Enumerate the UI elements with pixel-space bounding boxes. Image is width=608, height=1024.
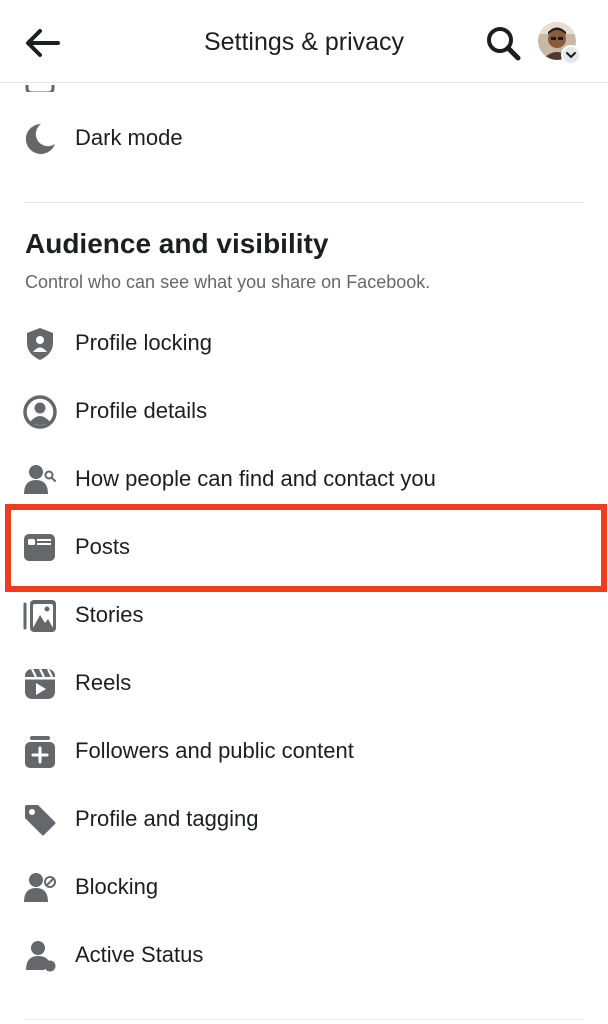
settings-item-followers[interactable]: Followers and public content (0, 718, 608, 782)
partial-row-icon (24, 82, 56, 92)
section-subtitle: Control who can see what you share on Fa… (25, 272, 431, 292)
settings-item-label: How people can find and contact you (75, 466, 436, 491)
settings-item-label: Followers and public content (75, 738, 354, 763)
settings-item-label: Posts (75, 534, 131, 559)
stories-icon (22, 598, 58, 634)
settings-item-label: Profile locking (75, 330, 212, 355)
tag-icon (22, 802, 58, 838)
shield-person-icon (22, 326, 58, 362)
settings-item-label: Blocking (75, 874, 159, 899)
person-active-icon (22, 938, 58, 974)
post-card-icon (22, 530, 58, 566)
chevron-down-icon (566, 52, 576, 58)
search-button[interactable] (484, 24, 524, 64)
settings-item-label: Profile details (75, 398, 208, 423)
dark-mode-row[interactable]: Dark mode (0, 105, 608, 169)
settings-item-profile-locking[interactable]: Profile locking (0, 310, 608, 374)
section-divider (24, 202, 584, 203)
section-divider (24, 1019, 584, 1020)
settings-item-tagging[interactable]: Profile and tagging (0, 786, 608, 850)
top-bar: Settings & privacy (0, 0, 608, 83)
settings-item-label: Profile and tagging (75, 806, 259, 831)
person-blocked-icon (22, 870, 58, 906)
section-title: Audience and visibility (25, 228, 329, 259)
settings-item-stories[interactable]: Stories (0, 582, 608, 646)
profile-avatar[interactable] (538, 22, 581, 65)
settings-item-label: Stories (75, 602, 144, 627)
search-icon (487, 27, 521, 61)
moon-icon (22, 121, 58, 157)
settings-item-find-contact[interactable]: How people can find and contact you (0, 446, 608, 510)
settings-item-blocking[interactable]: Blocking (0, 854, 608, 918)
person-search-icon (22, 462, 58, 498)
settings-item-label: Active Status (75, 942, 204, 967)
settings-item-profile-details[interactable]: Profile details (0, 378, 608, 442)
settings-item-posts[interactable]: Posts (0, 514, 608, 578)
settings-item-label: Reels (75, 670, 132, 695)
dark-mode-label: Dark mode (75, 125, 183, 150)
settings-item-reels[interactable]: Reels (0, 650, 608, 714)
user-circle-icon (22, 394, 58, 430)
reels-icon (22, 666, 58, 702)
account-switch-badge[interactable] (561, 45, 581, 65)
followers-add-icon (22, 734, 58, 770)
settings-item-active-status[interactable]: Active Status (0, 922, 608, 986)
